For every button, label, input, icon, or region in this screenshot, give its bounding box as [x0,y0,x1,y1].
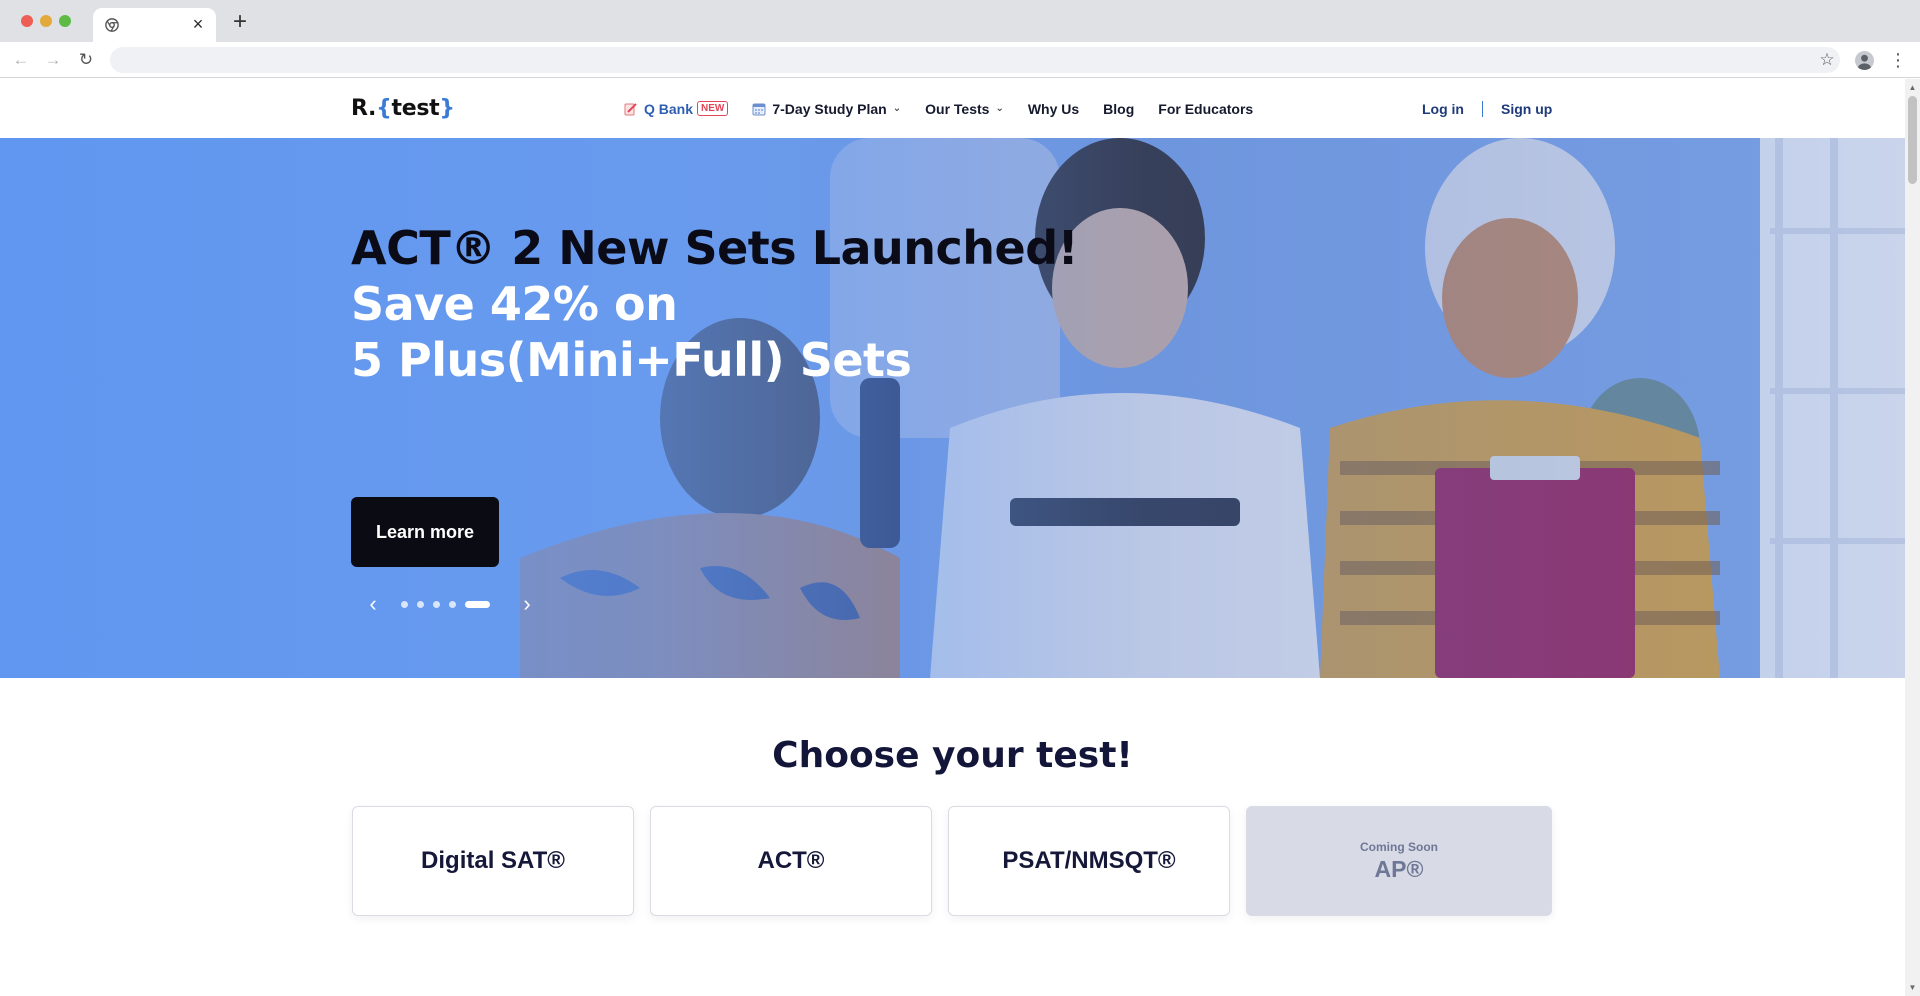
test-card-label: Digital SAT® [421,847,565,874]
test-card-digital-sat[interactable]: Digital SAT® [352,806,634,916]
nav-qbank[interactable]: Q Bank NEW [624,100,729,117]
test-card-act[interactable]: ACT® [650,806,932,916]
nav-why-us-label: Why Us [1027,100,1080,117]
reload-icon[interactable]: ↻ [74,48,98,72]
choose-test-heading: Choose your test! [772,735,1133,776]
profile-avatar-icon[interactable] [1855,51,1874,70]
carousel-prev-icon[interactable]: ‹ [363,593,383,615]
forward-arrow-icon[interactable]: → [41,48,65,72]
chrome-icon [105,18,119,32]
nav-blog[interactable]: Blog [1103,101,1134,117]
carousel-dot[interactable] [417,600,424,608]
new-tab-button[interactable]: + [228,10,252,35]
test-card-psat[interactable]: PSAT/NMSQT® [948,806,1230,916]
chevron-down-icon: ⌄ [995,103,1004,114]
test-card-label: PSAT/NMSQT® [1002,847,1176,874]
address-bar[interactable] [110,47,1840,73]
scroll-down-icon[interactable]: ▼ [1908,983,1917,992]
browser-toolbar: ← → ↻ ☆ ⋮ [0,42,1920,78]
logo-open-brace: { [376,96,392,121]
browser-menu-icon[interactable]: ⋮ [1888,47,1908,73]
nav-educators[interactable]: For Educators [1158,101,1253,117]
nav-our-tests[interactable]: Our Tests ⌄ [925,101,1004,117]
nav-qbank-label: Q Bank [644,100,694,117]
carousel-next-icon[interactable]: › [517,593,537,615]
scrollbar-thumb[interactable] [1908,96,1917,184]
test-card-label: ACT® [757,847,825,874]
hero-headline: ACT® 2 New Sets Launched! Save 42% on 5 … [351,220,1079,388]
calendar-icon [752,103,766,115]
test-card-label: AP® [1374,855,1424,882]
learn-more-button[interactable]: Learn more [351,497,499,567]
main-nav: Q Bank NEW 7-Day Study Plan ⌄ Our Tests … [624,79,1277,138]
signup-link[interactable]: Sign up [1501,101,1552,117]
carousel-dot[interactable] [401,600,408,608]
hero-banner: ACT® 2 New Sets Launched! Save 42% on 5 … [0,138,1905,678]
coming-soon-label: Coming Soon [1360,839,1438,854]
site-logo[interactable]: R.{test} [351,96,455,121]
auth-divider [1482,100,1483,117]
person-icon [1858,54,1871,70]
carousel-controls: ‹ › [363,593,537,615]
nav-educators-label: For Educators [1158,100,1254,117]
scroll-up-icon[interactable]: ▲ [1908,83,1917,92]
bookmark-star-icon[interactable]: ☆ [1814,47,1840,73]
logo-word: test [391,96,440,121]
hero-title: ACT® 2 New Sets Launched! [351,221,1079,275]
window-maximize-button[interactable] [59,15,71,27]
logo-prefix: R. [351,96,377,121]
nav-blog-label: Blog [1103,100,1135,117]
hero-overlay [0,138,1905,678]
back-arrow-icon[interactable]: ← [9,48,33,72]
logo-close-brace: } [439,96,455,121]
carousel-dot[interactable] [433,600,440,608]
new-badge: NEW [697,101,729,116]
carousel-dots [401,600,499,608]
nav-why-us[interactable]: Why Us [1028,101,1079,117]
carousel-dot-active[interactable] [465,600,490,608]
tab-close-icon[interactable]: × [188,14,208,34]
nav-study-plan-label: 7-Day Study Plan [772,100,887,117]
test-cards: Digital SAT® ACT® PSAT/NMSQT® Coming Soo… [352,806,1568,916]
hero-subtitle-line2: 5 Plus(Mini+Full) Sets [351,333,912,387]
site-header: R.{test} Q Bank NEW 7-Day Study Plan ⌄ O… [0,79,1905,138]
chevron-down-icon: ⌄ [892,103,902,114]
hero-subtitle-line1: Save 42% on [351,277,678,331]
login-link[interactable]: Log in [1422,101,1464,117]
window-minimize-button[interactable] [40,15,52,27]
auth-links: Log in Sign up [1422,79,1552,138]
carousel-dot[interactable] [449,600,456,608]
page-scrollbar[interactable]: ▲ ▼ [1905,79,1920,996]
test-card-ap-coming-soon: Coming Soon AP® [1246,806,1552,916]
page-viewport: R.{test} Q Bank NEW 7-Day Study Plan ⌄ O… [0,79,1905,996]
window-close-button[interactable] [21,15,33,27]
pencil-note-icon [624,102,637,115]
browser-tab[interactable]: × [93,8,216,42]
browser-tabstrip: × + [0,0,1920,42]
nav-study-plan[interactable]: 7-Day Study Plan ⌄ [752,101,901,117]
nav-our-tests-label: Our Tests [925,100,990,117]
